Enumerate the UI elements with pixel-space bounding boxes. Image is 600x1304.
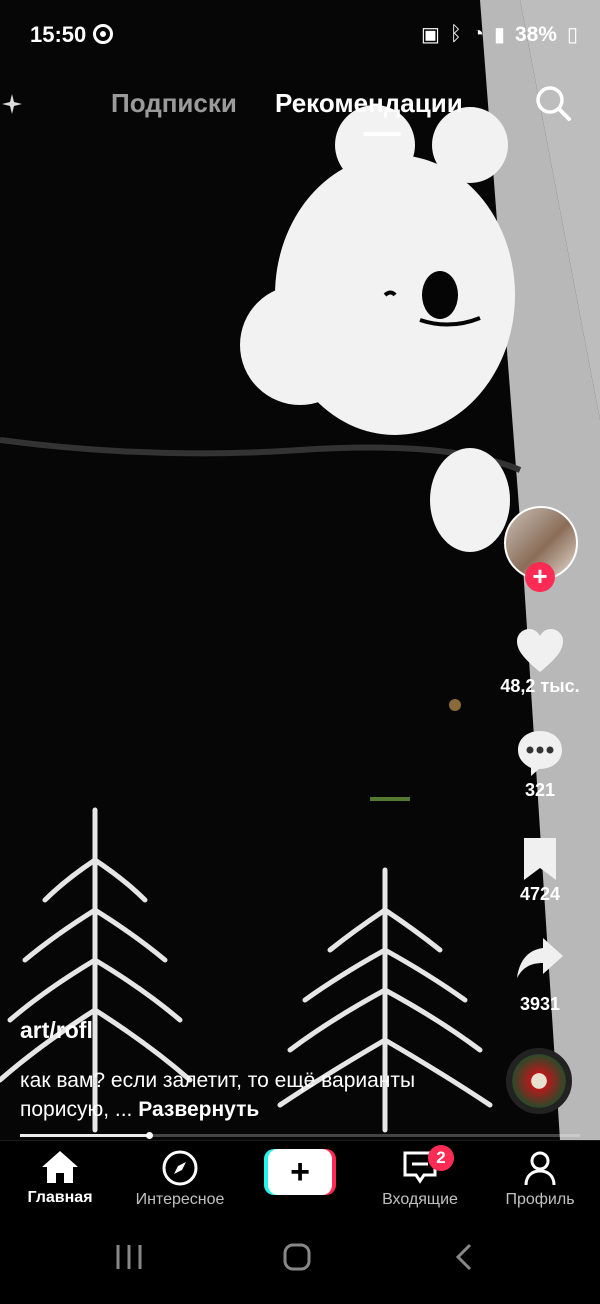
battery-percent: 38% (514, 22, 557, 46)
favorite-count: 4724 (519, 884, 561, 904)
author-name[interactable]: art/rofl (20, 1017, 500, 1044)
profile-icon (524, 1151, 556, 1186)
tab-for-you[interactable]: Рекомендации (275, 88, 463, 119)
comment-button[interactable]: 321 (490, 728, 590, 801)
comment-count: 321 (524, 780, 556, 800)
search-icon[interactable] (534, 84, 572, 122)
create-button[interactable]: + (264, 1149, 336, 1195)
bottom-nav: Главная Интересное + 2 Входящие Профиль (0, 1140, 600, 1219)
progress-knob[interactable] (145, 1132, 153, 1139)
status-icons: ▣ ᛒ ◔ ▮ 38% ▯ (421, 22, 578, 47)
screen-record-icon (93, 24, 113, 44)
video-description: как вам? если залетит, то ещё варианты п… (20, 1066, 500, 1124)
share-icon (517, 938, 563, 978)
battery-saver-icon: ▣ (420, 24, 440, 46)
share-button[interactable]: 3931 (490, 936, 590, 1015)
home-system-icon[interactable] (283, 1243, 311, 1271)
nav-home[interactable]: Главная (0, 1149, 120, 1207)
signal-icon: ▮ (493, 24, 505, 46)
nav-inbox[interactable]: 2 Входящие (360, 1145, 480, 1209)
expand-button[interactable]: Развернуть (138, 1098, 259, 1121)
battery-icon: ▯ (566, 24, 578, 46)
bluetooth-icon: ᛒ (449, 23, 462, 45)
plus-icon: + (268, 1149, 332, 1195)
feed-tabs: Подписки Рекомендации (0, 84, 600, 144)
music-disc[interactable] (506, 1048, 572, 1114)
system-navigation (0, 1218, 600, 1299)
recents-icon[interactable] (116, 1245, 142, 1269)
bookmark-icon (524, 838, 556, 880)
favorite-button[interactable]: 4724 (490, 836, 590, 905)
compass-icon (162, 1150, 198, 1186)
heart-icon (517, 629, 563, 672)
wifi-icon: ◔ (471, 23, 484, 45)
share-count: 3931 (519, 994, 561, 1014)
nav-profile-label: Профиль (505, 1191, 575, 1208)
like-count: 48,2 тыс. (500, 676, 580, 696)
nav-discover[interactable]: Интересное (120, 1149, 240, 1209)
system-nav-icons (116, 1243, 472, 1271)
active-tab-indicator (363, 132, 401, 136)
tab-following[interactable]: Подписки (111, 88, 237, 119)
like-button[interactable]: 48,2 тыс. (490, 628, 590, 697)
nav-inbox-label: Входящие (382, 1191, 458, 1208)
video-progress-bar[interactable] (20, 1132, 580, 1139)
video-caption: art/rofl как вам? если залетит, то ещё в… (20, 1017, 500, 1124)
nav-discover-label: Интересное (135, 1191, 225, 1208)
comment-icon (518, 731, 562, 776)
progress-fill (20, 1134, 149, 1137)
nav-home-label: Главная (27, 1189, 93, 1206)
live-icon[interactable] (0, 92, 24, 116)
nav-profile[interactable]: Профиль (480, 1149, 600, 1209)
inbox-badge: 2 (428, 1145, 454, 1171)
status-bar: 15:50 ▣ ᛒ ◔ ▮ 38% ▯ (0, 0, 600, 70)
status-time: 15:50 (30, 22, 87, 47)
back-icon[interactable] (455, 1243, 472, 1271)
follow-button[interactable]: + (525, 562, 555, 592)
home-icon (42, 1151, 78, 1183)
